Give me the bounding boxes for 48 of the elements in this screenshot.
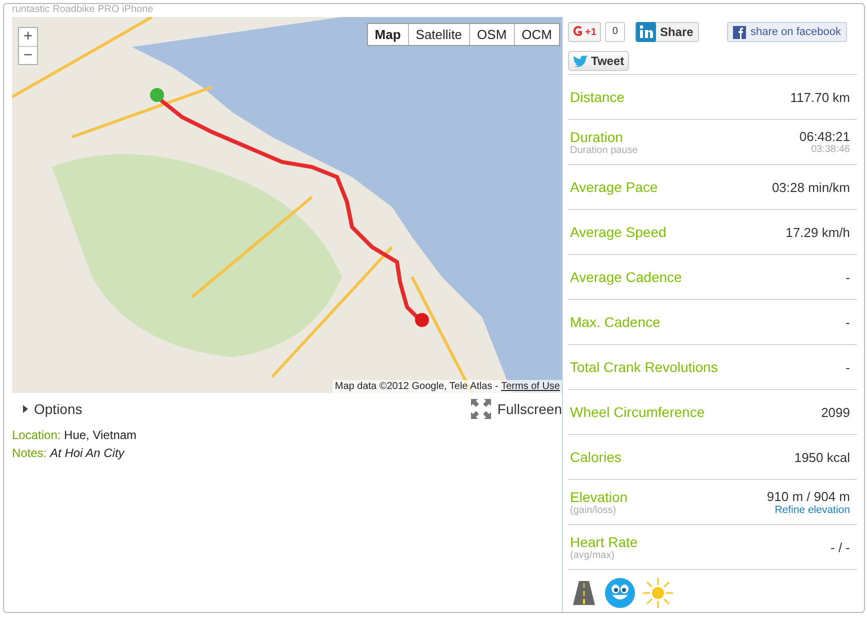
stat-value: - xyxy=(846,270,850,284)
stat-value: 17.29 km/h xyxy=(786,224,850,240)
stat-label: Average Pace xyxy=(570,179,658,195)
linkedin-share-button[interactable]: Share xyxy=(634,22,700,42)
detail-line: Location: Hue, Vietnam xyxy=(12,427,138,443)
stat-sublabel: (avg/max) xyxy=(570,550,616,560)
stat-value: 910 m / 904 m xyxy=(766,488,850,504)
stat-sublabel: (gain/loss) xyxy=(570,504,618,516)
stat-label: Average Speed xyxy=(570,224,666,240)
stat-value: - xyxy=(846,360,850,374)
stat-label: Total Crank Revolutions xyxy=(570,359,718,375)
app-title: runtastic Roadbike PRO iPhone xyxy=(12,4,154,17)
detail-line: Notes: At Hoi An City xyxy=(12,445,126,461)
facebook-share-button[interactable]: share on facebook xyxy=(727,22,847,42)
facebook-icon xyxy=(733,26,746,38)
stat-sublabel: Duration pause xyxy=(570,144,638,156)
stat-value: 1950 kcal xyxy=(794,450,850,464)
stat-value: 2099 xyxy=(821,404,850,420)
options-toggle[interactable]: Options xyxy=(23,401,82,417)
stat-label: Max. Cadence xyxy=(570,314,660,330)
stat-label: Wheel Circumference xyxy=(570,404,705,420)
smiley-icon xyxy=(605,578,635,608)
stat-label: Duration xyxy=(570,128,624,144)
map-view[interactable]: + − Map Satellite OSM OCM Map data ©2012 Google, Tele Atlas - Terms of Use xyxy=(12,17,562,393)
fullscreen-icon xyxy=(471,399,492,419)
linkedin-icon xyxy=(636,22,656,42)
stat-value: 06:48:21 xyxy=(799,129,850,144)
stat-label: Elevation xyxy=(570,488,628,504)
plus-one-button[interactable]: +1 xyxy=(568,22,602,42)
stat-value: 03:28 min/km xyxy=(772,180,850,194)
terms-link[interactable]: Terms of Use xyxy=(501,381,560,392)
stat-label: Distance xyxy=(570,89,624,105)
stat-label: Average Cadence xyxy=(570,269,682,285)
stat-value: - / - xyxy=(830,540,850,554)
refine-elevation-link[interactable]: Refine elevation xyxy=(774,504,850,516)
plus-one-count: 0 xyxy=(605,22,625,42)
sun-icon xyxy=(643,578,673,608)
fullscreen-button[interactable]: Fullscreen xyxy=(471,399,562,419)
stat-label: Calories xyxy=(570,449,622,465)
tweet-button[interactable]: Tweet xyxy=(568,51,630,71)
stat-value: - xyxy=(846,314,850,330)
stat-label: Heart Rate xyxy=(570,534,638,550)
stat-value: 117.70 km xyxy=(790,90,850,104)
bird-icon xyxy=(573,54,589,68)
map-attribution: Map data ©2012 Google, Tele Atlas - xyxy=(334,381,498,392)
stat-subvalue: 03:38:46 xyxy=(811,144,850,155)
g-icon xyxy=(573,26,583,38)
road-icon xyxy=(571,580,597,606)
